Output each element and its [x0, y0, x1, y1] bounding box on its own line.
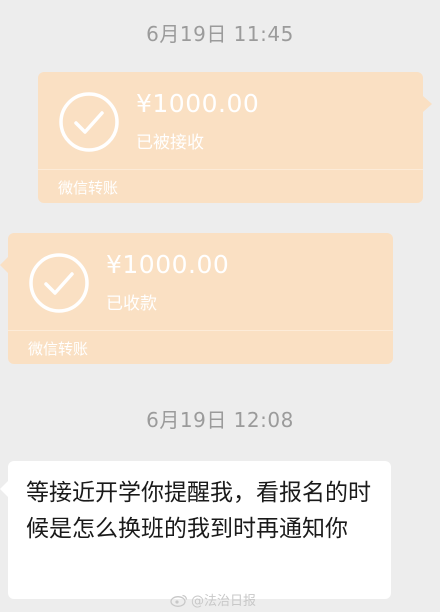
watermark: @法治日报: [170, 590, 256, 609]
divider: [38, 169, 423, 170]
transfer-card-sent[interactable]: ¥1000.00 已被接收 微信转账: [38, 72, 432, 203]
timestamp: 6月19日 11:45: [146, 22, 294, 46]
check-circle-icon: [29, 253, 89, 313]
timestamp: 6月19日 12:08: [146, 408, 294, 432]
message-bubble[interactable]: 等接近开学你提醒我，看报名的时候是怎么换班的我到时再通知你: [0, 461, 391, 599]
watermark-text: @法治日报: [191, 594, 257, 609]
transfer-status: 已被接收: [136, 133, 204, 153]
transfer-amount: ¥1000.00: [106, 250, 230, 279]
transfer-amount: ¥1000.00: [136, 89, 260, 118]
divider: [8, 330, 393, 331]
message-text: 等接近开学你提醒我，看报名的时候是怎么换班的我到时再通知你: [26, 480, 371, 542]
transfer-footer-label: 微信转账: [28, 340, 89, 358]
transfer-status: 已收款: [106, 294, 157, 314]
transfer-card-received[interactable]: ¥1000.00 已收款 微信转账: [0, 233, 393, 364]
weibo-icon: [170, 594, 188, 607]
check-circle-icon: [59, 92, 119, 152]
transfer-footer-label: 微信转账: [58, 179, 119, 197]
